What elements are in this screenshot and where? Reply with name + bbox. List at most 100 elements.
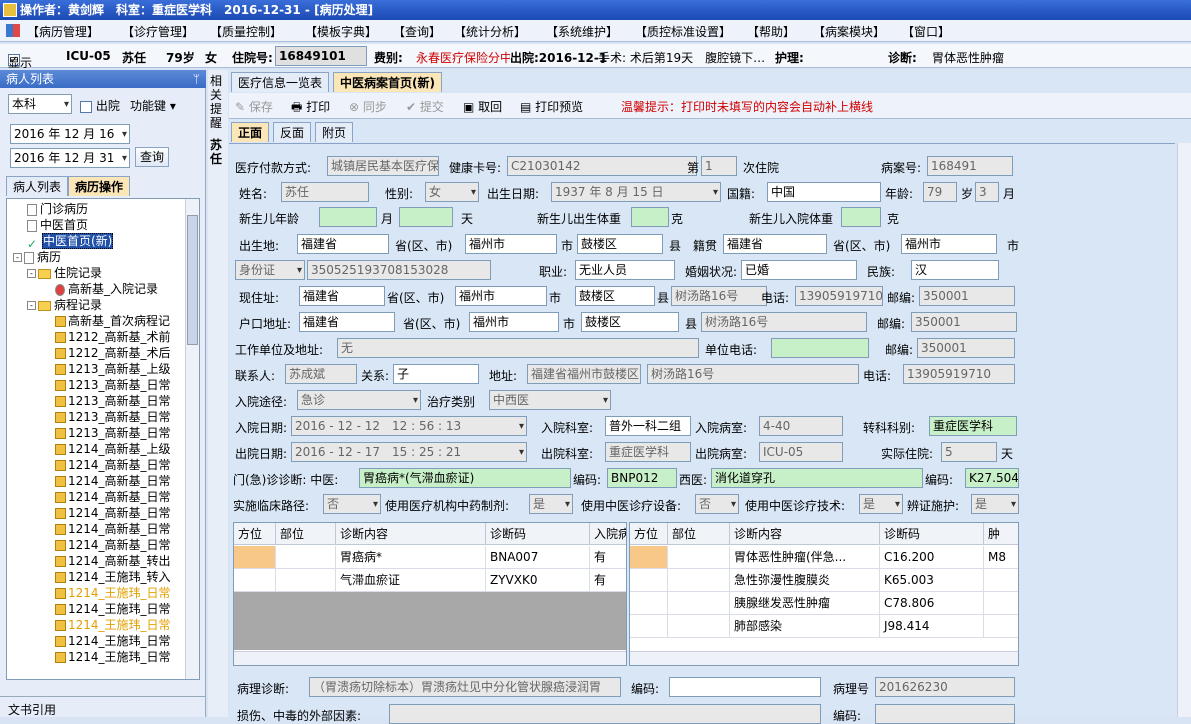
tree-item[interactable]: 1214_王施玮_日常 <box>55 649 171 665</box>
grid-hscrollbar[interactable] <box>630 651 1018 665</box>
path-field[interactable]: （胃溃疡切除标本）胃溃疡灶见中分化管状腺癌浸润胃 <box>309 677 621 697</box>
od-wm-field[interactable]: 消化道穿孔 <box>711 468 923 488</box>
reminder-tab[interactable]: 相关提醒 <box>210 74 226 130</box>
tree-item[interactable]: 1213_高新基_日常 <box>55 425 171 441</box>
sync-button[interactable]: ⊗ 同步 <box>349 98 387 115</box>
grid-cell[interactable]: K65.003 <box>880 569 984 592</box>
jg-prov-field[interactable]: 福建省 <box>723 234 827 254</box>
print-preview-button[interactable]: ▤ 打印预览 <box>520 98 583 115</box>
grid-cell[interactable] <box>630 592 668 615</box>
func-key-menu[interactable]: 功能键 ▾ <box>130 97 176 114</box>
tree-item[interactable]: 门诊病历 <box>27 201 88 217</box>
case-field[interactable]: 168491 <box>927 156 1013 176</box>
tree-item[interactable]: 1214_王施玮_日常 <box>55 601 171 617</box>
date-to[interactable]: 2016 年 12 月 31 <box>10 148 130 168</box>
menu-stats[interactable]: 【统计分析】 <box>454 23 526 40</box>
addr-prov-field[interactable]: 福建省 <box>299 286 385 306</box>
tree-item[interactable]: 1214_王施玮_日常 <box>55 585 171 601</box>
hk-street-field[interactable]: 树汤路16号 <box>701 312 867 332</box>
idno-field[interactable]: 350525193708153028 <box>307 260 491 280</box>
contact-field[interactable]: 苏成斌 <box>285 364 357 384</box>
grid-cell[interactable] <box>630 569 668 592</box>
discharged-toggle[interactable]: 出院 <box>80 97 120 114</box>
aroom-field[interactable]: 4-40 <box>759 416 843 436</box>
tree-toggle-icon[interactable]: - <box>27 301 36 310</box>
tree-item[interactable]: 1214_高新基_上级 <box>55 441 171 457</box>
app-menu-icon[interactable] <box>6 24 20 37</box>
grid-cell[interactable] <box>984 569 1018 592</box>
grid-header[interactable]: 诊断码 <box>486 523 590 545</box>
path-code-field[interactable] <box>669 677 821 697</box>
tree-item[interactable]: 1214_高新基_转出 <box>55 553 171 569</box>
grid-cell[interactable] <box>668 569 730 592</box>
grid-cell[interactable]: 气滞血瘀证 <box>336 569 486 592</box>
grid-cell[interactable]: C16.200 <box>880 546 984 569</box>
hk-zip-field[interactable]: 350001 <box>911 312 1017 332</box>
equip-field[interactable]: 否 <box>695 494 739 514</box>
submit-button[interactable]: ✔ 提交 <box>406 98 444 115</box>
tree-scrollbar[interactable] <box>185 199 199 679</box>
tree-item[interactable]: - 住院记录 <box>27 265 102 281</box>
cp-field[interactable]: 否 <box>323 494 381 514</box>
tree-item[interactable]: 1212_高新基_术前 <box>55 329 171 345</box>
grid-cell[interactable]: 肺部感染 <box>730 615 880 638</box>
tree-item[interactable]: 1214_高新基_日常 <box>55 537 171 553</box>
tree-item[interactable]: 1213_高新基_日常 <box>55 409 171 425</box>
grid-cell[interactable] <box>234 546 276 569</box>
form-scrollbar[interactable] <box>1177 143 1191 717</box>
grid-cell[interactable] <box>984 592 1018 615</box>
mar-field[interactable]: 已婚 <box>741 260 857 280</box>
pin-icon[interactable]: ᛘ <box>193 70 200 88</box>
grid-header[interactable]: 诊断内容 <box>336 523 486 545</box>
subtab-back[interactable]: 反面 <box>273 122 312 142</box>
doc-reference[interactable]: 文书引用 <box>0 696 206 717</box>
tech-field[interactable]: 是 <box>859 494 903 514</box>
grid-cell[interactable] <box>630 615 668 638</box>
grid-cell[interactable]: M8 <box>984 546 1018 569</box>
menu-query[interactable]: 【查询】 <box>393 23 441 40</box>
caddr-field[interactable]: 福建省福州市鼓楼区 <box>527 364 641 384</box>
ddate-field[interactable]: 2016 - 12 - 17 15 : 25 : 21 <box>291 442 527 462</box>
grid-header[interactable]: 肿 <box>984 523 1018 545</box>
bp-dist-field[interactable]: 鼓楼区 <box>577 234 663 254</box>
grid-cell[interactable]: 有 <box>590 546 626 569</box>
grid-cell[interactable] <box>234 569 276 592</box>
bp-prov-field[interactable]: 福建省 <box>297 234 389 254</box>
route-field[interactable]: 急诊 <box>297 390 421 410</box>
grid-cell[interactable]: BNA007 <box>486 546 590 569</box>
tree-item[interactable]: 高新基_首次病程记 <box>55 313 170 329</box>
tab-patient-list[interactable]: 病人列表 <box>6 176 69 196</box>
grid-header[interactable]: 诊断码 <box>880 523 984 545</box>
hk-city-field[interactable]: 福州市 <box>469 312 559 332</box>
grid-cell[interactable]: 胃癌病* <box>336 546 486 569</box>
menu-case-module[interactable]: 【病案模块】 <box>813 23 885 40</box>
grid-cell[interactable]: C78.806 <box>880 592 984 615</box>
adept-field[interactable]: 普外一科二组 <box>605 416 691 436</box>
bp-city-field[interactable]: 福州市 <box>465 234 557 254</box>
rel-field[interactable]: 子 <box>393 364 479 384</box>
od-tcm-code-field[interactable]: BNP012 <box>607 468 677 488</box>
tree-item[interactable]: 1214_王施玮_转入 <box>55 569 171 585</box>
grid-cell[interactable]: 胰腺继发恶性肿瘤 <box>730 592 880 615</box>
ddept-field[interactable]: 重症医学科 <box>605 442 691 462</box>
tree-item[interactable]: 1214_王施玮_日常 <box>55 617 171 633</box>
subtab-appendix[interactable]: 附页 <box>315 122 354 142</box>
nation-field[interactable]: 中国 <box>767 182 881 202</box>
discharged-checkbox[interactable] <box>80 100 92 113</box>
tel-field[interactable]: 13905919710 <box>795 286 883 306</box>
tree-item[interactable]: 中医首页 <box>27 217 88 233</box>
treat-field[interactable]: 中西医 <box>489 390 611 410</box>
patient-side-tab[interactable]: 苏任 <box>210 138 226 166</box>
sex-field[interactable]: 女 <box>425 182 479 202</box>
menu-record-mgmt[interactable]: 【病历管理】 <box>27 23 99 40</box>
grid-cell[interactable] <box>984 615 1018 638</box>
addr-dist-field[interactable]: 鼓楼区 <box>575 286 655 306</box>
tree-item[interactable]: ✓ 中医首页(新) <box>27 233 114 251</box>
card-field[interactable]: C21030142 <box>507 156 697 176</box>
birth-field[interactable]: 1937 年 8 月 15 日 <box>551 182 721 202</box>
nb-admit-weight[interactable] <box>841 207 881 227</box>
grid-header[interactable]: 部位 <box>668 523 730 545</box>
grid-cell[interactable] <box>668 546 730 569</box>
month-field[interactable]: 3 <box>975 182 999 202</box>
droom-field[interactable]: ICU-05 <box>759 442 843 462</box>
